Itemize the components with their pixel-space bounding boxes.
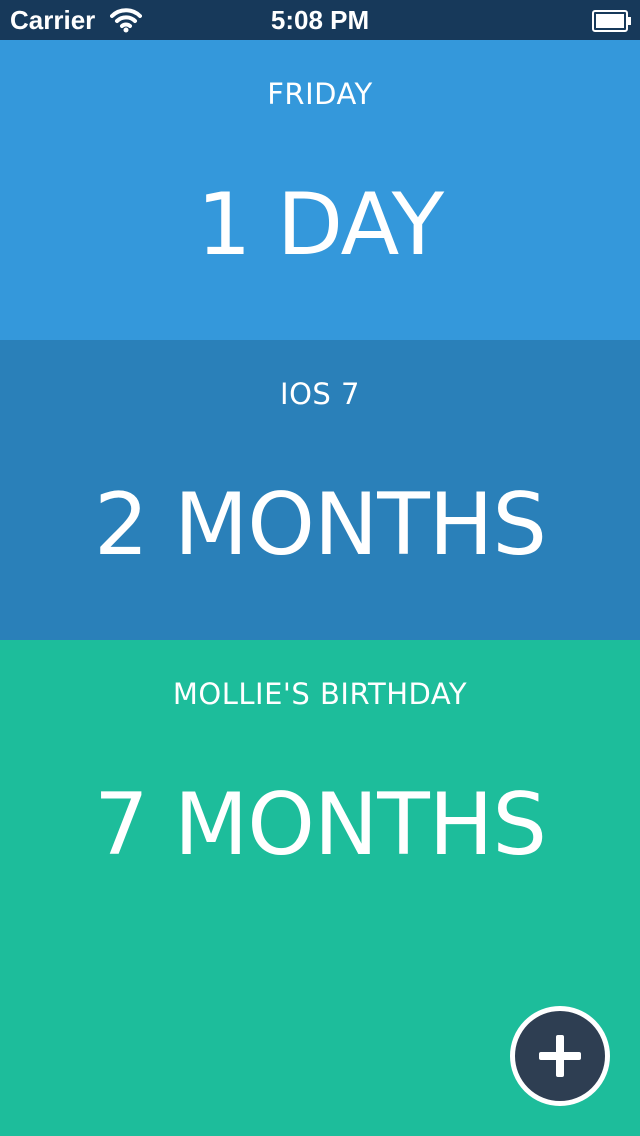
countdown-card-ios7[interactable]: IOS 7 2 MONTHS (0, 340, 640, 640)
time-remaining: 2 MONTHS (93, 475, 547, 575)
add-countdown-button[interactable] (510, 1006, 610, 1106)
event-name: MOLLIE'S BIRTHDAY (172, 677, 468, 711)
time-remaining: 7 MONTHS (93, 775, 547, 875)
battery-icon (592, 8, 632, 32)
time-remaining: 1 DAY (196, 175, 444, 275)
countdown-card-friday[interactable]: FRIDAY 1 DAY (0, 40, 640, 340)
event-name: IOS 7 (280, 377, 360, 411)
plus-icon (539, 1035, 581, 1077)
status-time: 5:08 PM (270, 5, 370, 35)
event-name: FRIDAY (267, 77, 373, 111)
status-bar: Carrier 5:08 PM (0, 0, 640, 40)
